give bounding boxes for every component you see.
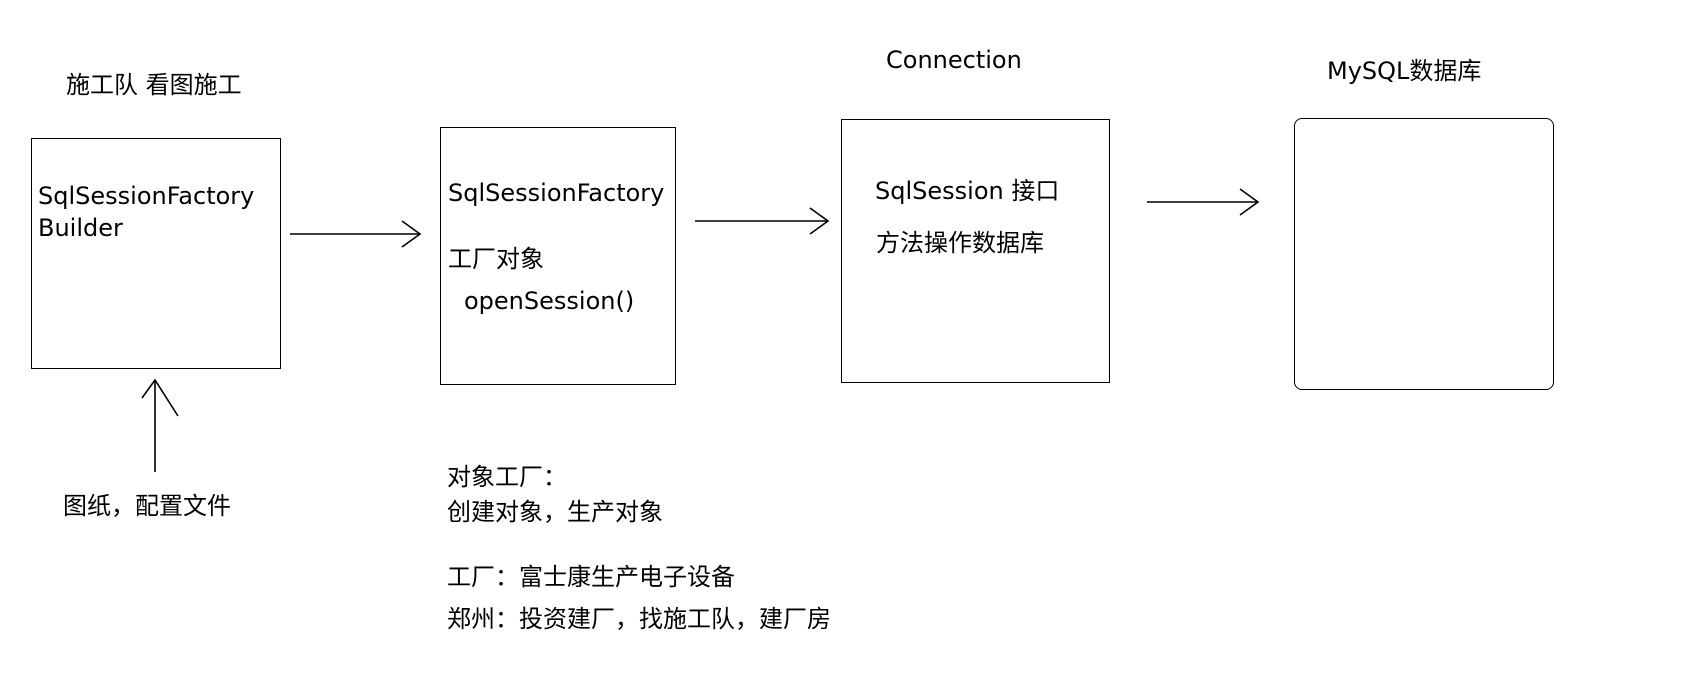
arrow-builder-to-factory — [290, 220, 422, 248]
config-caption: 图纸，配置文件 — [63, 492, 231, 520]
note-line-3: 工厂：富士康生产电子设备 — [447, 563, 735, 591]
arrows-layer — [141, 188, 1260, 472]
note-line-4: 郑州：投资建厂，找施工队，建厂房 — [447, 605, 831, 633]
arrow-session-to-database — [1147, 188, 1260, 216]
note-line-2: 创建对象，生产对象 — [447, 498, 663, 526]
arrow-factory-to-session — [695, 207, 830, 235]
arrow-config-to-builder — [141, 378, 179, 472]
note-line-1: 对象工厂： — [447, 463, 567, 491]
